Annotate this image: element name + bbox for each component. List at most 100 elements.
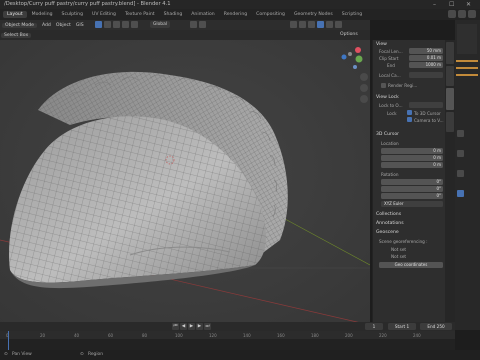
- jump-start-button[interactable]: ⏮: [172, 323, 179, 330]
- next-keyframe-button[interactable]: ▶: [196, 323, 203, 330]
- play-button[interactable]: ▶: [188, 323, 195, 330]
- cursor-location-x[interactable]: 0 m: [381, 148, 443, 154]
- transform-orientation-dropdown[interactable]: Global: [150, 21, 171, 28]
- geoscene-y-status: Not set: [391, 254, 407, 259]
- maximize-button[interactable]: ☐: [449, 1, 454, 8]
- end-frame-field[interactable]: End 250: [420, 323, 452, 330]
- close-button[interactable]: ✕: [466, 1, 471, 8]
- cursor-rotation-z[interactable]: 0°: [381, 193, 443, 199]
- section-collections[interactable]: Collections: [376, 212, 401, 217]
- proportional-edit-icon[interactable]: [199, 21, 206, 28]
- tab-uv-editing[interactable]: UV Editing: [88, 11, 120, 18]
- clip-end-label: End: [387, 63, 395, 68]
- cursor-rotation-y[interactable]: 0°: [381, 186, 443, 192]
- start-frame-field[interactable]: Start 1: [388, 323, 416, 330]
- lock-to-object-label: Lock to O...: [379, 103, 403, 108]
- cursor-location-y[interactable]: 0 m: [381, 155, 443, 161]
- lock-to-object-field[interactable]: [409, 102, 443, 108]
- timeline-tick: 40: [74, 333, 80, 338]
- playhead[interactable]: [8, 331, 9, 350]
- properties-tab-icon[interactable]: [457, 190, 464, 197]
- transform-icon[interactable]: [131, 21, 138, 28]
- timeline-tick: 180: [311, 333, 319, 338]
- sidebar-tab-strip: [445, 40, 455, 330]
- scale-icon[interactable]: [122, 21, 129, 28]
- select-mode-icon[interactable]: [95, 21, 102, 28]
- prev-keyframe-button[interactable]: ◀: [180, 323, 187, 330]
- lock-3d-cursor-checkbox[interactable]: [407, 110, 412, 115]
- timeline-ruler[interactable]: 0 20 40 60 80 100 120 140 160 180 200 22…: [0, 331, 455, 339]
- status-bar: ⊙ Pan View ⊙ Region: [0, 350, 480, 360]
- tab-texture-paint[interactable]: Texture Paint: [121, 11, 159, 18]
- sidebar-tab-gis[interactable]: [446, 112, 454, 132]
- timeline-area[interactable]: 0 20 40 60 80 100 120 140 160 180 200 22…: [0, 331, 455, 350]
- render-region-checkbox[interactable]: [381, 83, 386, 88]
- timeline-tick: 120: [209, 333, 217, 338]
- tab-rendering[interactable]: Rendering: [220, 11, 251, 18]
- jump-end-button[interactable]: ⏭: [204, 323, 211, 330]
- sidebar-n-panel: View Focal Len... 50 mm Clip Start 0.01 …: [372, 40, 445, 330]
- sidebar-tab-view[interactable]: [446, 88, 454, 110]
- tab-sculpting[interactable]: Sculpting: [58, 11, 87, 18]
- tab-modeling[interactable]: Modeling: [28, 11, 57, 18]
- select-box-dropdown[interactable]: Select Box: [1, 32, 32, 38]
- cursor-rotation-x[interactable]: 0°: [381, 179, 443, 185]
- outliner-properties-panel: [455, 20, 480, 330]
- overlay-icon[interactable]: [299, 21, 306, 28]
- focal-length-field[interactable]: 50 mm: [409, 48, 443, 54]
- properties-tab-icon[interactable]: [457, 170, 464, 177]
- geo-coordinates-button[interactable]: Geo coordinates: [379, 262, 443, 268]
- workspace-tabs: Layout Modeling Sculpting UV Editing Tex…: [0, 9, 480, 20]
- outliner-item[interactable]: [456, 60, 478, 62]
- tab-compositing[interactable]: Compositing: [252, 11, 289, 18]
- properties-tab-icon[interactable]: [457, 130, 464, 137]
- solid-shading-icon[interactable]: [317, 21, 324, 28]
- xray-icon[interactable]: [308, 21, 315, 28]
- outliner[interactable]: [457, 24, 477, 54]
- view-layer-icon[interactable]: [458, 10, 466, 18]
- section-geoscene[interactable]: Geoscene: [376, 230, 399, 235]
- menu-object[interactable]: Object: [56, 23, 71, 28]
- properties-tab-icon[interactable]: [457, 150, 464, 157]
- rendered-shading-icon[interactable]: [335, 21, 342, 28]
- title-bar: /Desktop/Curry puff pastry/curry puff pa…: [0, 0, 480, 9]
- 3d-viewport[interactable]: [0, 40, 370, 330]
- outliner-item[interactable]: [456, 67, 478, 69]
- section-annotations[interactable]: Annotations: [376, 221, 404, 226]
- tab-scripting[interactable]: Scripting: [338, 11, 366, 18]
- menu-gis[interactable]: GIS: [76, 23, 84, 28]
- clip-start-field[interactable]: 0.01 m: [409, 55, 443, 61]
- tab-layout[interactable]: Layout: [3, 11, 27, 18]
- tab-shading[interactable]: Shading: [160, 11, 187, 18]
- lock-camera-checkbox[interactable]: [407, 117, 412, 122]
- tab-animation[interactable]: Animation: [187, 11, 218, 18]
- render-icon[interactable]: [468, 10, 476, 18]
- local-camera-field[interactable]: [409, 72, 443, 78]
- sidebar-tab-tool[interactable]: [446, 66, 454, 86]
- curry-puff-mesh[interactable]: [9, 71, 288, 289]
- viewport-nav-buttons[interactable]: [360, 73, 368, 103]
- minimize-button[interactable]: –: [433, 1, 436, 8]
- section-3d-cursor[interactable]: 3D Cursor: [376, 132, 399, 137]
- move-icon[interactable]: [104, 21, 111, 28]
- snap-icon[interactable]: [190, 21, 197, 28]
- visibility-icon[interactable]: [290, 21, 297, 28]
- cursor-location-z[interactable]: 0 m: [381, 162, 443, 168]
- object-mode-dropdown[interactable]: Object Mode: [2, 22, 37, 28]
- section-view-lock[interactable]: View Lock: [376, 95, 399, 100]
- section-view[interactable]: View: [376, 42, 387, 47]
- rotate-icon[interactable]: [113, 21, 120, 28]
- scene-icon[interactable]: [448, 10, 456, 18]
- sidebar-tab-item[interactable]: [446, 42, 454, 64]
- menu-add[interactable]: Add: [42, 23, 51, 28]
- options-dropdown[interactable]: Options: [340, 32, 358, 37]
- geoscene-info-label: Scene georeferencing :: [379, 239, 428, 244]
- viewport-canvas[interactable]: [0, 40, 370, 330]
- clip-end-field[interactable]: 1000 m: [409, 62, 443, 68]
- material-shading-icon[interactable]: [326, 21, 333, 28]
- tab-geometry-nodes[interactable]: Geometry Nodes: [290, 11, 337, 18]
- current-frame-field[interactable]: 1: [365, 323, 383, 330]
- rotation-label: Rotation: [381, 172, 399, 177]
- rotation-mode-dropdown[interactable]: XYZ Euler: [381, 201, 443, 207]
- outliner-item[interactable]: [456, 74, 478, 76]
